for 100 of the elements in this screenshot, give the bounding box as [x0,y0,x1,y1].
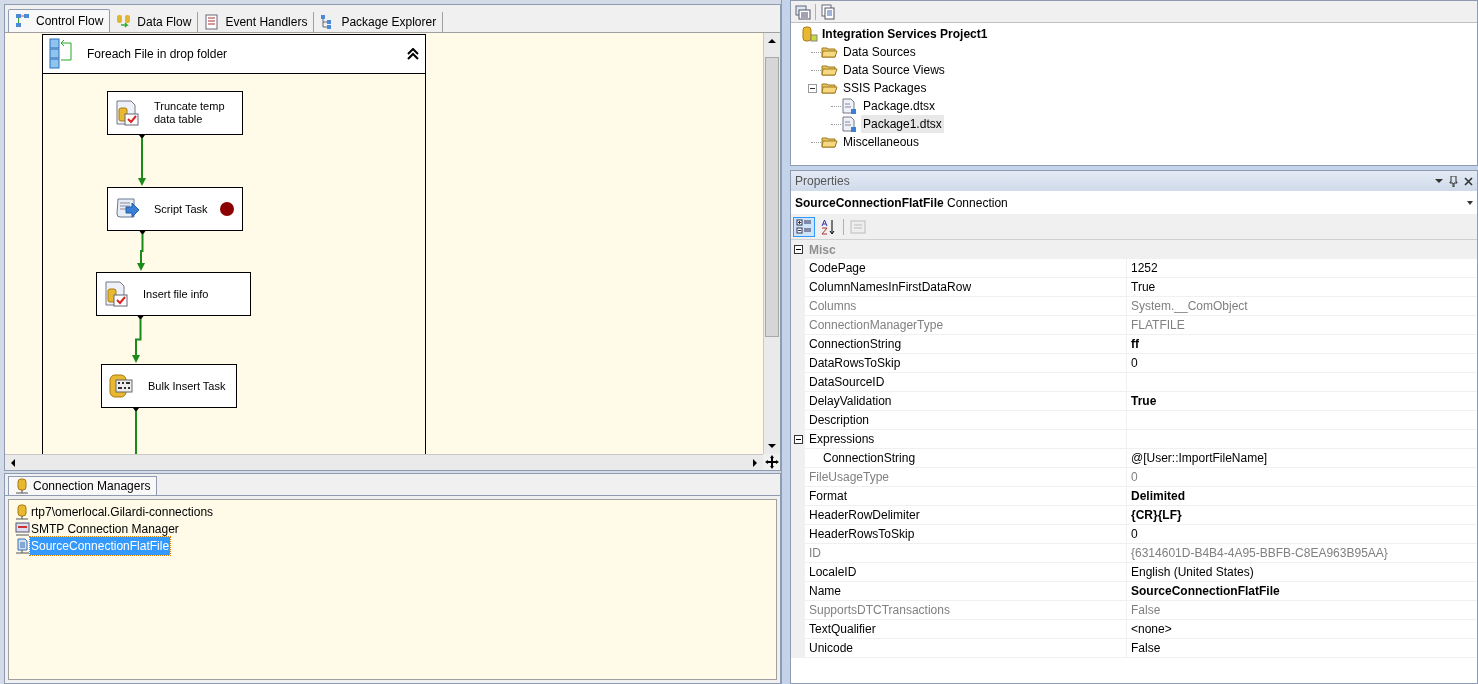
project-icon [801,26,819,42]
tree-item[interactable]: Data Sources [841,43,918,61]
property-value[interactable]: FLATFILE [1131,316,1185,334]
tree-item[interactable]: Package.dtsx [861,97,938,115]
property-name[interactable]: HeaderRowDelimiter [805,506,1127,524]
tree-item[interactable]: Package1.dtsx [861,115,944,133]
property-value[interactable]: System.__ComObject [1131,297,1248,315]
precedence-arrow [137,135,148,186]
collapse-icon[interactable] [793,434,803,444]
property-name[interactable]: ConnectionString [805,449,1127,467]
database-icon [15,478,29,494]
precedence-arrow [131,408,141,454]
precedence-arrow [131,316,146,363]
tree-item[interactable]: Miscellaneous [841,133,922,151]
property-value[interactable]: 0 [1131,468,1138,486]
property-value[interactable]: True [1131,392,1157,410]
property-value[interactable]: True [1131,278,1156,296]
property-value[interactable]: English (United States) [1131,563,1254,581]
scroll-thumb[interactable] [765,57,779,337]
property-value[interactable]: 0 [1131,354,1138,372]
designer-tab[interactable]: Package Explorer [314,12,444,32]
property-name[interactable]: DataRowsToSkip [805,354,1127,372]
property-name[interactable]: TextQualifier [805,620,1127,638]
collapse-icon[interactable] [793,245,803,254]
task-node[interactable]: Script Task [107,187,243,231]
property-value[interactable]: False [1131,639,1161,657]
property-name[interactable]: Format [805,487,1127,505]
folder-icon [821,134,839,150]
property-name[interactable]: ID [805,544,1127,562]
property-name[interactable]: ConnectionManagerType [805,316,1127,334]
pan-icon[interactable] [763,454,780,470]
property-name[interactable]: CodePage [805,259,1127,277]
property-name[interactable]: Columns [805,297,1127,315]
task-node[interactable]: Bulk Insert Task [101,364,237,408]
cylinders-icon [116,14,133,30]
property-name[interactable]: Expressions [805,430,1127,448]
property-name[interactable]: DelayValidation [805,392,1127,410]
tree-item[interactable]: Integration Services Project1 [822,25,988,43]
foreach-loop-container[interactable]: Foreach File in drop folder Truncate temp data table Script Task Insert file info Bulk Insert Task [42,34,426,454]
container-title: Foreach File in drop folder [87,46,229,63]
flow-diagram-icon [15,13,31,29]
categorized-button[interactable] [793,216,815,237]
task-label: Truncate temp data table [154,100,226,126]
property-name[interactable]: ConnectionString [805,335,1127,353]
database-icon [108,373,134,399]
property-value[interactable]: ff [1131,335,1139,353]
precedence-arrow [135,231,147,271]
dropdown-icon[interactable] [1435,178,1443,184]
property-value[interactable]: Delimited [1131,487,1185,505]
property-name[interactable]: LocaleID [805,563,1127,581]
document-icon [841,116,859,132]
property-name[interactable]: Name [805,582,1127,600]
property-name[interactable]: FileUsageType [805,468,1127,486]
task-label: Insert file info [143,287,210,301]
connection-item[interactable]: rtp7\omerlocal.Gilardi-connections [30,503,215,521]
object-selector[interactable]: SourceConnectionFlatFile Connection [791,191,1477,214]
property-value[interactable]: 0 [1131,525,1138,543]
vertical-scrollbar[interactable] [763,33,780,454]
document-icon [15,538,30,554]
property-value[interactable]: @[User::ImportFileName] [1131,449,1268,467]
connection-item[interactable]: SMTP Connection Manager [30,520,180,538]
folder-icon [821,62,839,78]
designer-tab[interactable]: Data Flow [110,12,199,32]
properties-toolbar-icon[interactable] [795,3,811,20]
collapse-icon[interactable] [407,48,419,60]
designer-tab[interactable]: Event Handlers [198,12,315,32]
property-name[interactable]: DataSourceID [805,373,1127,391]
show-all-files-icon[interactable] [820,3,836,20]
designer-tab[interactable]: Control Flow [8,9,111,32]
property-value[interactable]: SourceConnectionFlatFile [1131,582,1280,600]
horizontal-scrollbar[interactable] [5,454,763,470]
property-value[interactable]: {6314601D-B4B4-4A95-BBFB-C8EA963B95AA} [1131,544,1388,562]
tree-item[interactable]: SSIS Packages [841,79,929,97]
property-name[interactable]: Unicode [805,639,1127,657]
monitor-icon [15,521,30,537]
breakpoint-marker[interactable] [220,202,234,216]
selected-object: SourceConnectionFlatFile Connection [795,194,1008,212]
task-node[interactable]: Truncate temp data table [107,91,243,135]
property-value[interactable]: <none> [1131,620,1172,638]
database-icon [15,504,30,520]
pin-icon[interactable] [1449,175,1458,187]
property-name[interactable]: SupportsDTCTransactions [805,601,1127,619]
connection-managers-tab[interactable]: Connection Managers [8,476,158,495]
property-value[interactable]: 1252 [1131,259,1158,277]
property-name[interactable]: ColumnNamesInFirstDataRow [805,278,1127,296]
property-value[interactable]: False [1131,601,1161,619]
folder-icon [821,80,839,96]
task-node[interactable]: Insert file info [96,272,251,316]
property-name[interactable]: Description [805,411,1127,429]
tree-item[interactable]: Data Source Views [841,61,947,79]
document-check-icon [103,281,129,307]
collapse-icon[interactable] [807,83,817,93]
dropdown-icon[interactable] [1467,200,1473,205]
loop-icon [49,38,75,70]
property-value[interactable]: {CR}{LF} [1131,506,1182,524]
panel-title: Properties [795,173,850,190]
task-label: Bulk Insert Task [148,379,227,393]
close-icon[interactable] [1464,176,1473,186]
folder-icon [821,44,839,60]
property-name[interactable]: HeaderRowsToSkip [805,525,1127,543]
